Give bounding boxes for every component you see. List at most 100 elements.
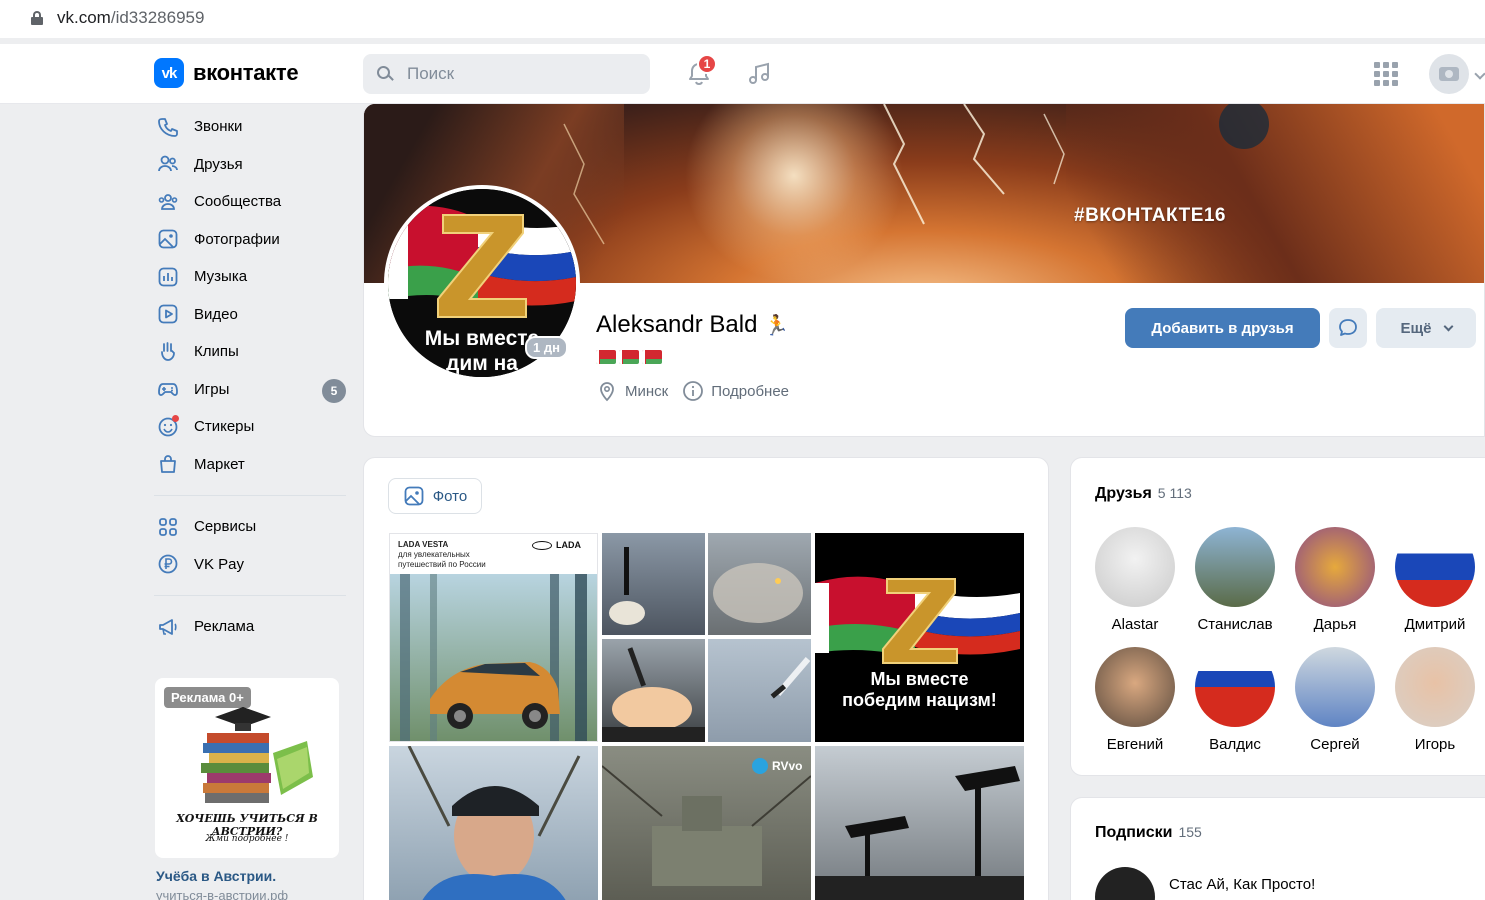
photo-missile-3[interactable]	[602, 639, 705, 742]
details-label: Подробнее	[711, 382, 790, 400]
friend-card[interactable]: Дарья	[1290, 527, 1380, 633]
photo-missile-2[interactable]	[708, 533, 811, 635]
lada-logo-icon	[532, 540, 552, 550]
divider	[154, 595, 346, 596]
photo-lada[interactable]: LADA VESTA для увлекательных путешествий…	[389, 533, 598, 742]
photo-oil-pumps[interactable]	[815, 746, 1024, 900]
profile-meta: Минск Подробнее	[596, 380, 803, 402]
friend-name: Игорь	[1414, 736, 1456, 753]
vk-logo-text: вконтакте	[193, 60, 299, 85]
music-icon[interactable]	[745, 60, 773, 88]
last-seen-badge: 1 дн	[525, 336, 568, 359]
photo-missile-4[interactable]	[708, 639, 811, 742]
friend-card[interactable]: Евгений	[1090, 647, 1180, 753]
books-image	[201, 707, 313, 803]
telegram-icon	[752, 758, 768, 774]
sidebar-item-photos[interactable]: Фотографии	[154, 221, 346, 259]
sidebar-item-stickers[interactable]: Стикеры	[154, 408, 346, 446]
communities-icon	[154, 188, 182, 216]
sidebar-item-clips[interactable]: Клипы	[154, 333, 346, 371]
info-icon	[683, 381, 704, 401]
apps-grid-icon[interactable]	[1374, 62, 1398, 86]
left-nav: Звонки Друзья Сообщества Фотографии Музы…	[154, 108, 346, 646]
sidebar-item-label: Сообщества	[194, 193, 282, 211]
sidebar-item-services[interactable]: Сервисы	[154, 508, 346, 546]
tab-photos[interactable]: Фото	[388, 478, 482, 514]
ad-url[interactable]: учиться-в-австрии.рф	[156, 888, 288, 900]
sidebar-ad[interactable]: Реклама 0+ ХОЧЕШЬ УЧИТЬСЯ В АВСТРИИ? Жми…	[155, 678, 339, 858]
poster-text-1: Мы вместе	[870, 669, 969, 689]
avatar	[1095, 647, 1175, 727]
belarus-flag-icon	[642, 350, 662, 364]
sidebar-item-vkpay[interactable]: VK Pay	[154, 546, 346, 584]
sidebar-item-label: Звонки	[194, 118, 243, 136]
friends-count: 5 113	[1157, 485, 1192, 501]
add-friend-button[interactable]: Добавить в друзья	[1125, 308, 1320, 348]
url-text[interactable]: vk.com/id33286959	[57, 8, 204, 28]
chevron-down-icon	[1443, 321, 1453, 331]
sidebar-item-music[interactable]: Музыка	[154, 258, 346, 296]
url-field[interactable]: vk.com/id33286959	[0, 0, 1485, 38]
telegram-tag: RVvo	[752, 758, 802, 774]
message-button[interactable]	[1329, 308, 1367, 348]
friend-card[interactable]: Alastar	[1090, 527, 1180, 633]
photo-military[interactable]: RVvo	[602, 746, 811, 900]
missile-image	[609, 547, 645, 625]
sidebar-item-communities[interactable]: Сообщества	[154, 183, 346, 221]
subscription-item[interactable]: Стас Ай, Как Просто!	[1095, 867, 1315, 900]
friend-card[interactable]: Дмитрий	[1390, 527, 1480, 633]
chevron-down-icon[interactable]	[1474, 68, 1485, 80]
sidebar-item-ads[interactable]: Реклама	[154, 608, 346, 646]
launch-image	[602, 647, 705, 742]
vk-logo[interactable]: vk вконтакте	[154, 58, 299, 88]
friend-name: Станислав	[1197, 616, 1273, 633]
more-button[interactable]: Ещё	[1376, 308, 1476, 348]
photo-icon	[404, 486, 424, 506]
friend-card[interactable]: Станислав	[1190, 527, 1280, 633]
sidebar-item-label: Игры	[194, 380, 230, 398]
vk-header: vk вконтакте 1	[0, 44, 1485, 104]
sidebar-item-friends[interactable]: Друзья	[154, 146, 346, 184]
search-icon	[377, 66, 394, 82]
friend-card[interactable]: Валдис	[1190, 647, 1280, 753]
avatar	[1095, 527, 1175, 607]
gamepad-icon	[154, 375, 182, 403]
vkpay-icon	[154, 550, 182, 578]
friends-title[interactable]: Друзья 5 113	[1095, 485, 1192, 503]
video-icon	[154, 300, 182, 328]
market-icon	[154, 450, 182, 478]
ad-title-link[interactable]: Учёба в Австрии.	[156, 868, 276, 884]
search-input[interactable]	[407, 64, 637, 84]
sidebar-item-label: Видео	[194, 305, 238, 323]
sidebar-item-games[interactable]: Игры 5	[154, 371, 346, 409]
photo-z-poster[interactable]: Мы вместе победим нацизм!	[815, 533, 1024, 742]
sidebar-item-market[interactable]: Маркет	[154, 446, 346, 484]
lada-brand-text: LADA	[556, 540, 581, 550]
user-avatar-button[interactable]	[1429, 54, 1469, 94]
sidebar-item-video[interactable]: Видео	[154, 296, 346, 334]
new-indicator	[172, 414, 179, 422]
city-info[interactable]: Минск	[596, 380, 668, 402]
subscription-name: Стас Ай, Как Просто!	[1169, 875, 1316, 893]
sidebar-item-label: Сервисы	[194, 518, 257, 536]
friend-name: Alastar	[1111, 616, 1159, 633]
avatar	[1295, 647, 1375, 727]
lada-brand: LADA	[532, 540, 581, 550]
status-flags	[596, 350, 662, 364]
telegram-label: RVvo	[772, 759, 803, 773]
sidebar-item-label: Друзья	[194, 155, 243, 173]
photo-missile-1[interactable]	[602, 533, 705, 635]
phone-icon	[154, 113, 182, 141]
friend-card[interactable]: Игорь	[1390, 647, 1480, 753]
photo-selfie[interactable]	[389, 746, 598, 900]
details-link[interactable]: Подробнее	[682, 380, 789, 402]
sidebar-item-calls[interactable]: Звонки	[154, 108, 346, 146]
sidebar-item-label: Музыка	[194, 268, 248, 286]
lada-title: LADA VESTA	[398, 540, 449, 549]
notification-badge: 1	[697, 54, 717, 74]
subscriptions-title[interactable]: Подписки 155	[1095, 824, 1202, 842]
friend-card[interactable]: Сергей	[1290, 647, 1380, 753]
camera-icon	[1439, 67, 1459, 81]
profile-header: #ВКОНТАКТЕ16 Мы вместе дим на 1 дн Aleks…	[363, 104, 1485, 437]
cover-hashtag: #ВКОНТАКТЕ16	[1074, 205, 1226, 226]
